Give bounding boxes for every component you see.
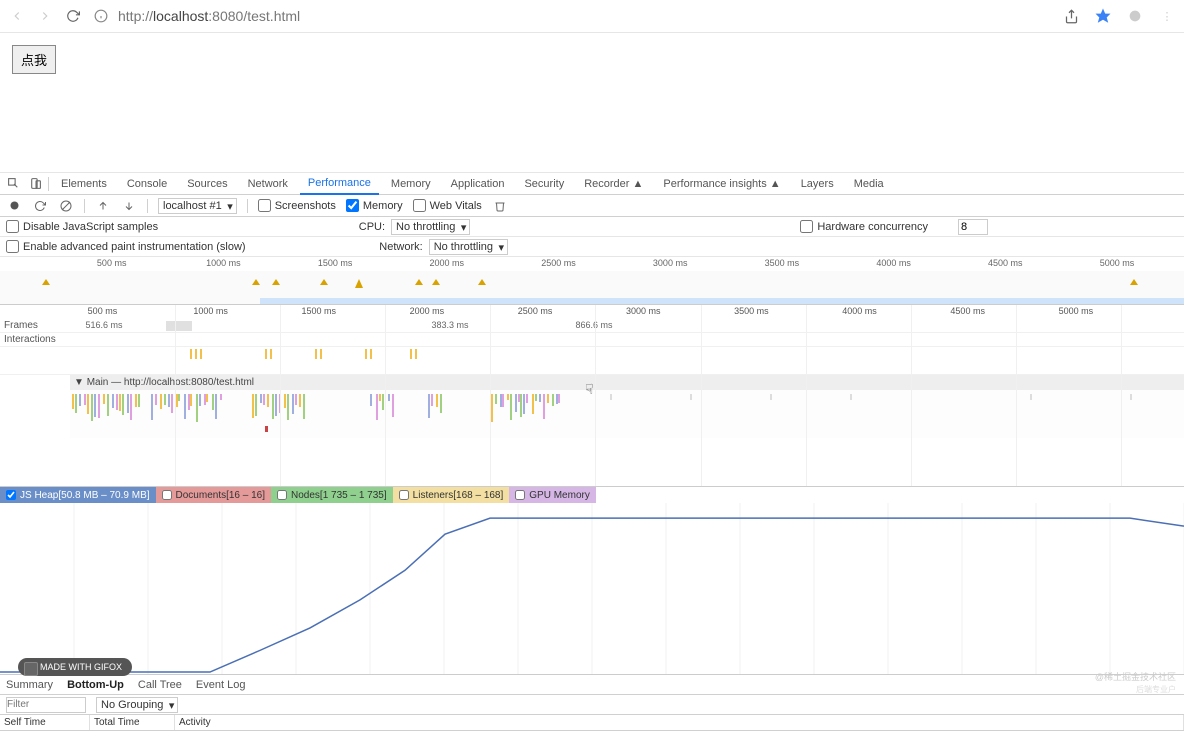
overview-timeline[interactable]: 500 ms1000 ms1500 ms2000 ms2500 ms3000 m…	[0, 257, 1184, 305]
memory-checkbox[interactable]: Memory	[346, 199, 403, 212]
paint-instrumentation-checkbox[interactable]: Enable advanced paint instrumentation (s…	[6, 240, 246, 253]
profile-selector[interactable]: localhost #1 ▾	[158, 198, 237, 214]
tab-console[interactable]: Console	[119, 174, 175, 194]
reload-button[interactable]	[64, 7, 82, 25]
table-header: Self Time Total Time Activity	[0, 715, 1184, 731]
legend-listeners[interactable]: Listeners[168 – 168]	[393, 487, 510, 503]
page-viewport: 点我	[0, 33, 1184, 173]
tab-network[interactable]: Network	[240, 174, 296, 194]
flame-ruler: 500 ms1000 ms1500 ms2000 ms2500 ms3000 m…	[70, 305, 1184, 319]
legend-gpu[interactable]: GPU Memory	[509, 487, 596, 503]
page-button[interactable]: 点我	[12, 45, 56, 74]
bookmark-icon[interactable]	[1094, 7, 1112, 25]
tab-memory[interactable]: Memory	[383, 174, 439, 194]
tab-sources[interactable]: Sources	[179, 174, 235, 194]
details-tab-bottom-up[interactable]: Bottom-Up	[67, 679, 124, 691]
device-icon[interactable]	[26, 175, 44, 193]
interactions-ticks	[70, 347, 1184, 375]
interactions-lane-label: Interactions	[0, 333, 70, 347]
legend-documents[interactable]: Documents[16 – 16]	[156, 487, 272, 503]
col-activity[interactable]: Activity	[175, 715, 1184, 730]
filter-row: No Grouping ▾	[0, 695, 1184, 715]
main-thread-header[interactable]: ▼ Main — http://localhost:8080/test.html	[70, 375, 1184, 390]
overview-ruler: 500 ms1000 ms1500 ms2000 ms2500 ms3000 m…	[0, 257, 1184, 271]
main-thread-flames[interactable]	[70, 390, 1184, 438]
tab-performance-insights-[interactable]: Performance insights ▲	[655, 174, 788, 194]
cpu-throttle-select[interactable]: No throttling ▾	[391, 219, 470, 235]
menu-icon[interactable]: ⋮	[1158, 7, 1176, 25]
reload-record-button[interactable]	[32, 198, 48, 214]
disable-js-checkbox[interactable]: Disable JavaScript samples	[6, 220, 158, 233]
legend-js-heap[interactable]: JS Heap[50.8 MB – 70.9 MB]	[0, 487, 156, 503]
screenshots-checkbox[interactable]: Screenshots	[258, 199, 336, 212]
inspect-icon[interactable]	[4, 175, 22, 193]
forward-button[interactable]	[36, 7, 54, 25]
interactions-lane	[70, 333, 1184, 347]
tab-media[interactable]: Media	[846, 174, 892, 194]
memory-legend: JS Heap[50.8 MB – 70.9 MB] Documents[16 …	[0, 487, 1184, 503]
options-row-2: Enable advanced paint instrumentation (s…	[0, 237, 1184, 257]
network-label: Network:	[379, 241, 422, 253]
devtools-tab-bar: ElementsConsoleSourcesNetworkPerformance…	[0, 173, 1184, 195]
details-tab-event-log[interactable]: Event Log	[196, 679, 246, 691]
network-throttle-select[interactable]: No throttling ▾	[429, 239, 508, 255]
tab-elements[interactable]: Elements	[53, 174, 115, 194]
watermark-2: 后端专业户	[1136, 684, 1176, 695]
cpu-label: CPU:	[359, 221, 385, 233]
grouping-select[interactable]: No Grouping ▾	[96, 697, 178, 713]
tab-layers[interactable]: Layers	[793, 174, 842, 194]
share-icon[interactable]	[1062, 7, 1080, 25]
clear-button[interactable]	[58, 198, 74, 214]
legend-nodes[interactable]: Nodes[1 735 – 1 735]	[271, 487, 393, 503]
web-vitals-checkbox[interactable]: Web Vitals	[413, 199, 482, 212]
perf-toolbar: localhost #1 ▾ Screenshots Memory Web Vi…	[0, 195, 1184, 217]
tab-performance[interactable]: Performance	[300, 173, 379, 195]
memory-chart[interactable]	[0, 503, 1184, 675]
upload-button[interactable]	[95, 198, 111, 214]
cursor-icon: ☟	[585, 381, 594, 398]
frames-lane: 516.6 ms 383.3 ms 866.6 ms	[70, 319, 1184, 333]
col-self-time[interactable]: Self Time	[0, 715, 90, 730]
record-button[interactable]	[6, 198, 22, 214]
download-button[interactable]	[121, 198, 137, 214]
site-info-icon[interactable]	[92, 7, 110, 25]
url-text: http://localhost:8080/test.html	[118, 8, 300, 24]
profile-icon[interactable]	[1126, 7, 1144, 25]
back-button[interactable]	[8, 7, 26, 25]
address-bar[interactable]: http://localhost:8080/test.html	[92, 3, 1052, 29]
browser-toolbar: http://localhost:8080/test.html ⋮	[0, 0, 1184, 33]
flame-chart[interactable]: Frames Interactions 500 ms1000 ms1500 ms…	[0, 305, 1184, 487]
overview-body	[0, 271, 1184, 304]
hw-concurrency-checkbox[interactable]: Hardware concurrency	[800, 220, 928, 233]
details-tabs: Summary Bottom-Up Call Tree Event Log	[0, 675, 1184, 695]
details-tab-call-tree[interactable]: Call Tree	[138, 679, 182, 691]
filter-input[interactable]	[6, 697, 86, 713]
tab-security[interactable]: Security	[516, 174, 572, 194]
gifox-badge: MADE WITH GIFOX	[18, 658, 132, 676]
hw-concurrency-input[interactable]	[958, 219, 988, 235]
details-tab-summary[interactable]: Summary	[6, 679, 53, 691]
frames-lane-label: Frames	[0, 319, 70, 333]
col-total-time[interactable]: Total Time	[90, 715, 175, 730]
watermark: @稀土掘金技术社区	[1095, 670, 1176, 683]
delete-icon[interactable]	[492, 198, 508, 214]
options-row-1: Disable JavaScript samples CPU: No throt…	[0, 217, 1184, 237]
tab-application[interactable]: Application	[443, 174, 513, 194]
tab-recorder-[interactable]: Recorder ▲	[576, 174, 651, 194]
